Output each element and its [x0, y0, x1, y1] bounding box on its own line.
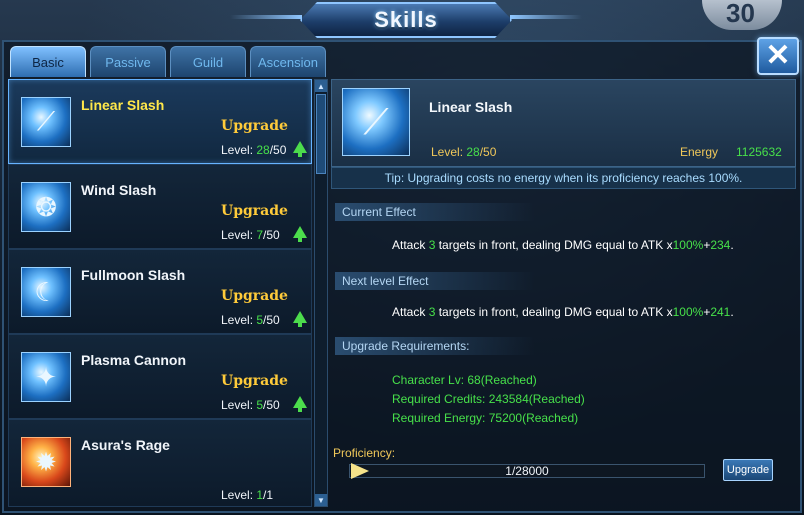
- current-effect-title: Current Effect: [335, 203, 535, 221]
- level-up-arrow-icon: [293, 226, 307, 242]
- skill-level: Level: 5/50: [221, 313, 280, 327]
- page-title: Skills: [374, 7, 438, 32]
- level-prefix: Level:: [431, 145, 467, 159]
- current-effect-text: Attack 3 targets in front, dealing DMG e…: [392, 238, 734, 252]
- slash-icon: ⟋: [21, 97, 71, 147]
- scroll-up-arrow-icon[interactable]: ▲: [315, 80, 327, 92]
- tab-label: Guild: [192, 54, 224, 70]
- effect-part: targets in front, dealing DMG equal to A…: [435, 238, 673, 252]
- skill-name: Linear Slash: [81, 97, 165, 113]
- level-max: /50: [263, 398, 280, 412]
- moon-icon: ☾: [21, 267, 71, 317]
- requirement-energy: Required Energy: 75200(Reached): [392, 411, 579, 425]
- level-current: 28: [256, 143, 270, 157]
- effect-flat: 241: [710, 305, 731, 319]
- level-up-arrow-icon: [293, 311, 307, 327]
- upgrade-label: Upgrade: [221, 203, 288, 219]
- effect-flat: 234: [710, 238, 731, 252]
- skill-item-fullmoon-slash[interactable]: ☾ Fullmoon Slash Upgrade Level: 5/50: [8, 249, 312, 334]
- level-max: /1: [263, 488, 274, 502]
- effect-part: .: [730, 238, 734, 252]
- slash-icon: ⟋: [342, 88, 410, 156]
- skill-list: ⟋ Linear Slash Upgrade Level: 28/50 ❂ Wi…: [8, 79, 312, 507]
- upgrade-label: Upgrade: [221, 373, 288, 389]
- scroll-down-arrow-icon[interactable]: ▼: [315, 494, 327, 506]
- upgrade-tip: Tip: Upgrading costs no energy when its …: [331, 167, 796, 189]
- effect-percent: 100%: [672, 238, 704, 252]
- title-wing-right: [510, 15, 582, 19]
- tab-label: Passive: [105, 54, 151, 70]
- effect-percent: 100%: [672, 305, 704, 319]
- proficiency-label: Proficiency:: [333, 446, 396, 460]
- effect-part: Attack: [392, 238, 429, 252]
- level-current: 28: [466, 145, 480, 159]
- upgrade-label: Upgrade: [221, 118, 288, 134]
- skill-level: Level: 5/50: [221, 398, 280, 412]
- level-prefix: Level:: [221, 398, 257, 412]
- skill-list-scrollbar[interactable]: ▲ ▼: [314, 79, 328, 507]
- plasma-icon: ✦: [21, 352, 71, 402]
- level-max: /50: [269, 143, 287, 157]
- detail-header: ⟋ Linear Slash Level: 28/50 Energy 11256…: [331, 79, 796, 167]
- skill-level: Level: 28/50: [221, 143, 286, 157]
- effect-part: .: [730, 305, 734, 319]
- energy-value: 1125632: [736, 145, 782, 159]
- tab-label: Basic: [32, 54, 64, 70]
- tab-basic[interactable]: Basic: [10, 46, 86, 77]
- tab-label: Ascension: [258, 54, 318, 70]
- tab-ascension[interactable]: Ascension: [250, 46, 326, 77]
- skill-name: Asura's Rage: [81, 437, 170, 453]
- level-prefix: Level:: [221, 228, 257, 242]
- effect-part: targets in front, dealing DMG equal to A…: [435, 305, 673, 319]
- proficiency-text: 1/28000: [505, 464, 549, 478]
- level-up-arrow-icon: [293, 396, 307, 412]
- level-prefix: Level:: [221, 488, 257, 502]
- skill-level: Level: 7/50: [221, 228, 280, 242]
- energy-label: Energy: [680, 145, 719, 159]
- skill-item-asuras-rage[interactable]: ✹ Asura's Rage Level: 1/1: [8, 419, 312, 507]
- detail-skill-name: Linear Slash: [429, 99, 513, 115]
- tab-passive[interactable]: Passive: [90, 46, 166, 77]
- skill-level: Level: 1/1: [221, 488, 273, 502]
- skill-item-plasma-cannon[interactable]: ✦ Plasma Cannon Upgrade Level: 5/50: [8, 334, 312, 419]
- requirement-character-level: Character Lv: 68(Reached): [392, 373, 537, 387]
- next-effect-title: Next level Effect: [335, 272, 535, 290]
- title-plate: Skills: [300, 2, 512, 38]
- detail-level: Level: 28/50: [431, 145, 496, 159]
- level-prefix: Level:: [221, 143, 257, 157]
- skill-detail-panel: ⟋ Linear Slash Level: 28/50 Energy 11256…: [331, 79, 796, 507]
- level-prefix: Level:: [221, 313, 257, 327]
- wind-icon: ❂: [21, 182, 71, 232]
- next-effect-text: Attack 3 targets in front, dealing DMG e…: [392, 305, 734, 319]
- upgrade-button[interactable]: Upgrade: [723, 459, 773, 481]
- level-badge-text: 30: [726, 0, 755, 28]
- title-wing-left: [230, 15, 302, 19]
- effect-part: Attack: [392, 305, 429, 319]
- close-icon: ✕: [765, 39, 791, 72]
- scroll-thumb[interactable]: [316, 94, 326, 174]
- upgrade-label: Upgrade: [221, 288, 288, 304]
- rage-icon: ✹: [21, 437, 71, 487]
- level-max: /50: [263, 228, 280, 242]
- level-max: /50: [263, 313, 280, 327]
- skill-item-wind-slash[interactable]: ❂ Wind Slash Upgrade Level: 7/50: [8, 164, 312, 249]
- requirement-credits: Required Credits: 243584(Reached): [392, 392, 585, 406]
- tab-guild[interactable]: Guild: [170, 46, 246, 77]
- close-button[interactable]: ✕: [757, 37, 799, 75]
- level-up-arrow-icon: [293, 141, 307, 157]
- requirements-title: Upgrade Requirements:: [335, 337, 535, 355]
- skill-name: Plasma Cannon: [81, 352, 187, 368]
- skill-name: Fullmoon Slash: [81, 267, 186, 283]
- tab-bar: Basic Passive Guild Ascension: [10, 46, 326, 77]
- level-max: /50: [479, 145, 497, 159]
- skill-item-linear-slash[interactable]: ⟋ Linear Slash Upgrade Level: 28/50: [8, 79, 312, 164]
- skill-name: Wind Slash: [81, 182, 157, 198]
